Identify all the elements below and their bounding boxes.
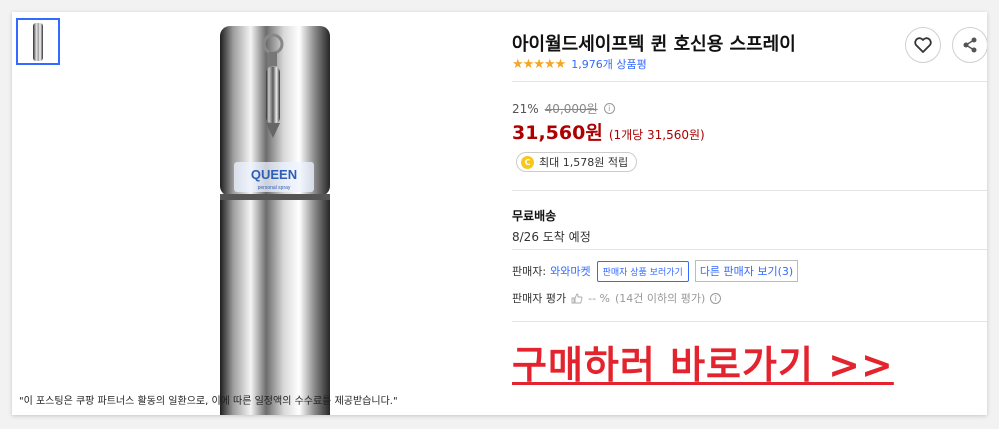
other-sellers-button[interactable]: 다른 판매자 보기(3) xyxy=(694,260,799,282)
original-price: 40,000원 xyxy=(544,102,598,116)
seller-eval-value: -- % xyxy=(588,291,610,305)
rating-count-link[interactable]: 1,976개 상품평 xyxy=(571,56,646,72)
product-image: QUEEN personal spray xyxy=(220,26,330,415)
cashback-text: 최대 1,578원 적립 xyxy=(539,156,629,169)
shipping-label: 무료배송 xyxy=(512,209,557,223)
wishlist-button[interactable] xyxy=(905,27,941,63)
seller-label: 판매자: xyxy=(512,265,547,278)
discount-rate: 21% xyxy=(512,101,539,116)
image-brand-text: QUEEN xyxy=(251,167,297,182)
seller-name-link[interactable]: 와와마켓 xyxy=(550,263,590,279)
seller-eval-note: (14건 이하의 평가) xyxy=(615,292,706,305)
divider xyxy=(512,81,987,82)
cashback-badge: C 최대 1,578원 적립 xyxy=(516,152,638,172)
divider xyxy=(512,249,987,250)
info-icon[interactable]: i xyxy=(603,103,615,114)
seller-products-button[interactable]: 판매자 상품 보러가기 xyxy=(596,260,689,282)
product-card: QUEEN personal spray "이 포스팅은 쿠팡 파트너스 활동의… xyxy=(12,12,987,415)
divider xyxy=(512,321,987,322)
share-button[interactable] xyxy=(952,27,987,63)
seller-row: 판매자: 와와마켓 판매자 상품 보러가기 다른 판매자 보기(3) xyxy=(512,260,799,282)
discount-row: 21% 40,000원 i xyxy=(512,100,615,117)
rating-row: ★★★★★ 1,976개 상품평 xyxy=(512,56,647,72)
product-thumbnail[interactable] xyxy=(16,18,60,65)
buy-now-link[interactable]: 구매하러 바로가기 >> xyxy=(512,334,894,389)
image-brand-subtext: personal spray xyxy=(258,185,291,191)
price-row: 31,560원 (1개당 31,560원) xyxy=(512,118,705,145)
divider xyxy=(512,190,987,191)
seller-eval-label: 판매자 평가 xyxy=(512,292,567,305)
delivery-date: 8/26 도착 예정 xyxy=(512,230,591,244)
thumbs-up-icon xyxy=(571,293,583,303)
coin-icon: C xyxy=(521,155,534,169)
partner-disclaimer: "이 포스팅은 쿠팡 파트너스 활동의 일환으로, 이에 따른 일정액의 수수료… xyxy=(19,396,398,407)
unit-price: (1개당 31,560원) xyxy=(608,128,705,142)
info-icon[interactable]: i xyxy=(710,292,722,304)
product-title: 아이월드세이프텍 퀸 호신용 스프레이 xyxy=(512,34,796,55)
heart-icon xyxy=(914,37,932,53)
product-info-panel: 아이월드세이프텍 퀸 호신용 스프레이 ★★★★★ 1,976개 상품평 21%… xyxy=(512,12,987,415)
seller-evaluation-row: 판매자 평가 -- % (14건 이하의 평가) i xyxy=(512,290,722,306)
sale-price: 31,560원 xyxy=(512,122,603,144)
rating-stars: ★★★★★ xyxy=(512,56,566,72)
thumbnail-image xyxy=(33,22,43,61)
share-icon xyxy=(963,37,977,53)
